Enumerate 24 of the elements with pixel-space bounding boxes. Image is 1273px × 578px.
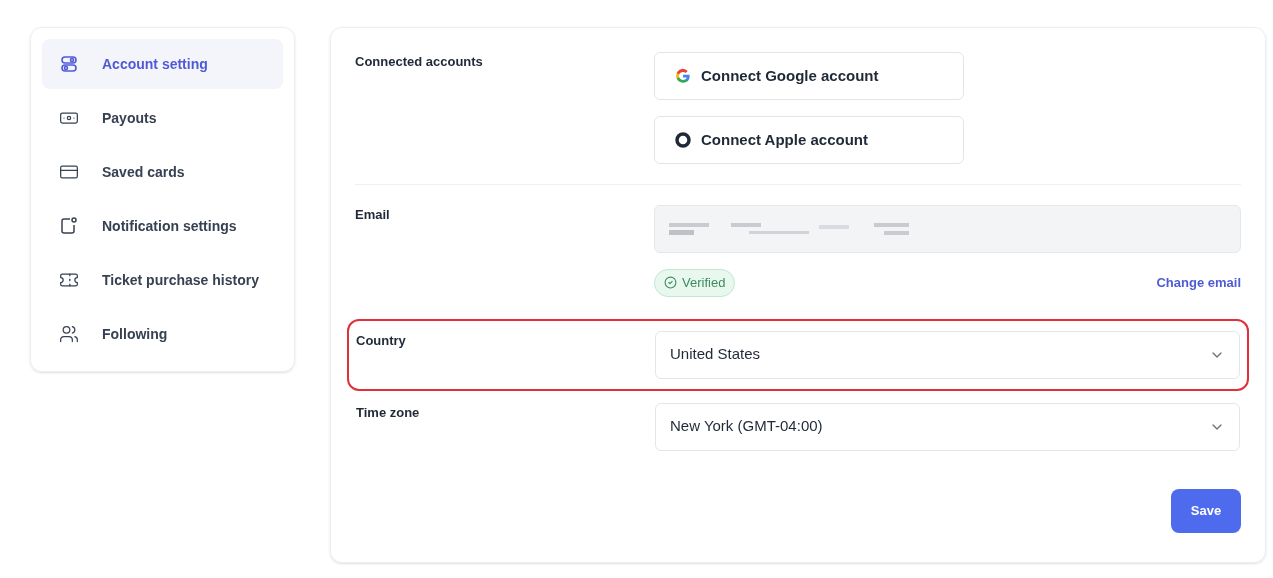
field-label: Connected accounts xyxy=(355,53,484,71)
select-field[interactable]: New York (GMT-04:00) xyxy=(655,402,1240,451)
verified-badge: Verified xyxy=(654,269,736,297)
connect-button[interactable]: Connect Google account xyxy=(654,52,964,100)
field-label: Email xyxy=(355,206,391,224)
select-field[interactable]: United States xyxy=(655,330,1240,379)
save-button[interactable]: Save xyxy=(1171,488,1241,533)
sidebar-item[interactable]: Notification settings xyxy=(42,201,283,251)
field-label: Time zone xyxy=(356,403,421,422)
sidebar-item[interactable]: Saved cards xyxy=(42,147,283,197)
toggles-icon xyxy=(59,54,79,74)
google-logo-icon xyxy=(675,68,691,84)
sidebar-item[interactable]: Following xyxy=(42,309,283,359)
notification-icon xyxy=(59,216,79,236)
ring-icon xyxy=(675,132,691,148)
email-field[interactable] xyxy=(654,205,1241,253)
sidebar-item[interactable]: Payouts xyxy=(42,93,283,143)
field-label: Country xyxy=(356,331,407,350)
sidebar-item[interactable]: Ticket purchase history xyxy=(42,255,283,305)
sidebar-item[interactable]: Account setting xyxy=(42,39,283,89)
change-email-link[interactable]: Change email xyxy=(1156,273,1241,293)
connect-button[interactable]: Connect Apple account xyxy=(654,116,964,164)
check-icon xyxy=(664,276,677,290)
users-icon xyxy=(59,324,79,344)
